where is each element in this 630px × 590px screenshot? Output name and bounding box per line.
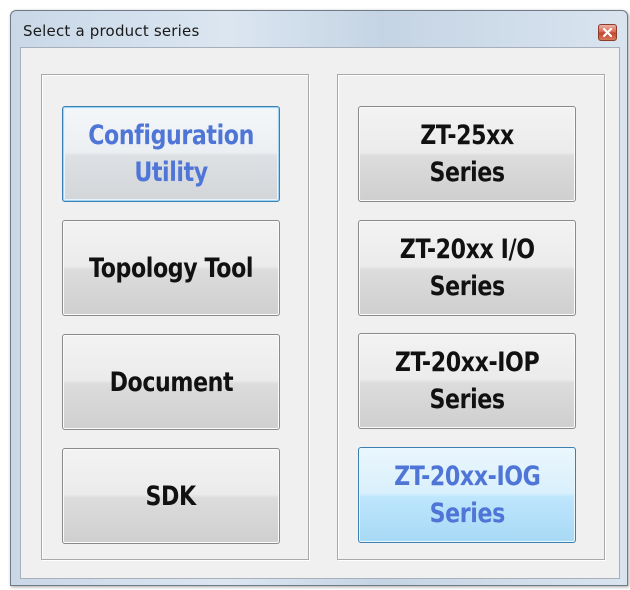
configuration-utility-label: Configuration Utility — [88, 120, 254, 188]
close-icon — [602, 27, 613, 38]
zt-20xx-iop-series-button[interactable]: ZT-20xx-IOP Series — [358, 333, 576, 429]
dialog-content: Configuration Utility Topology Tool Docu… — [20, 47, 620, 579]
zt-20xx-iog-series-label: ZT-20xx-IOG Series — [393, 461, 541, 529]
close-button[interactable] — [598, 24, 617, 41]
sdk-label: SDK — [145, 480, 197, 512]
tools-group: Configuration Utility Topology Tool Docu… — [41, 74, 309, 560]
document-button[interactable]: Document — [62, 334, 280, 430]
zt-20xx-iop-series-label: ZT-20xx-IOP Series — [394, 347, 540, 415]
window-title: Select a product series — [23, 22, 200, 40]
zt-25xx-series-label: ZT-25xx Series — [420, 120, 514, 188]
sdk-button[interactable]: SDK — [62, 448, 280, 544]
zt-25xx-series-button[interactable]: ZT-25xx Series — [358, 106, 576, 202]
zt-20xx-iog-series-button[interactable]: ZT-20xx-IOG Series — [358, 447, 576, 543]
document-label: Document — [109, 366, 233, 398]
product-series-group: ZT-25xx Series ZT-20xx I/O Series ZT-20x… — [337, 74, 605, 560]
title-bar[interactable]: Select a product series — [11, 11, 627, 47]
dialog-window: Select a product series Configuration Ut… — [10, 10, 628, 586]
topology-tool-label: Topology Tool — [88, 252, 254, 284]
zt-20xx-io-series-label: ZT-20xx I/O Series — [399, 234, 535, 302]
zt-20xx-io-series-button[interactable]: ZT-20xx I/O Series — [358, 220, 576, 316]
topology-tool-button[interactable]: Topology Tool — [62, 220, 280, 316]
configuration-utility-button[interactable]: Configuration Utility — [62, 106, 280, 202]
